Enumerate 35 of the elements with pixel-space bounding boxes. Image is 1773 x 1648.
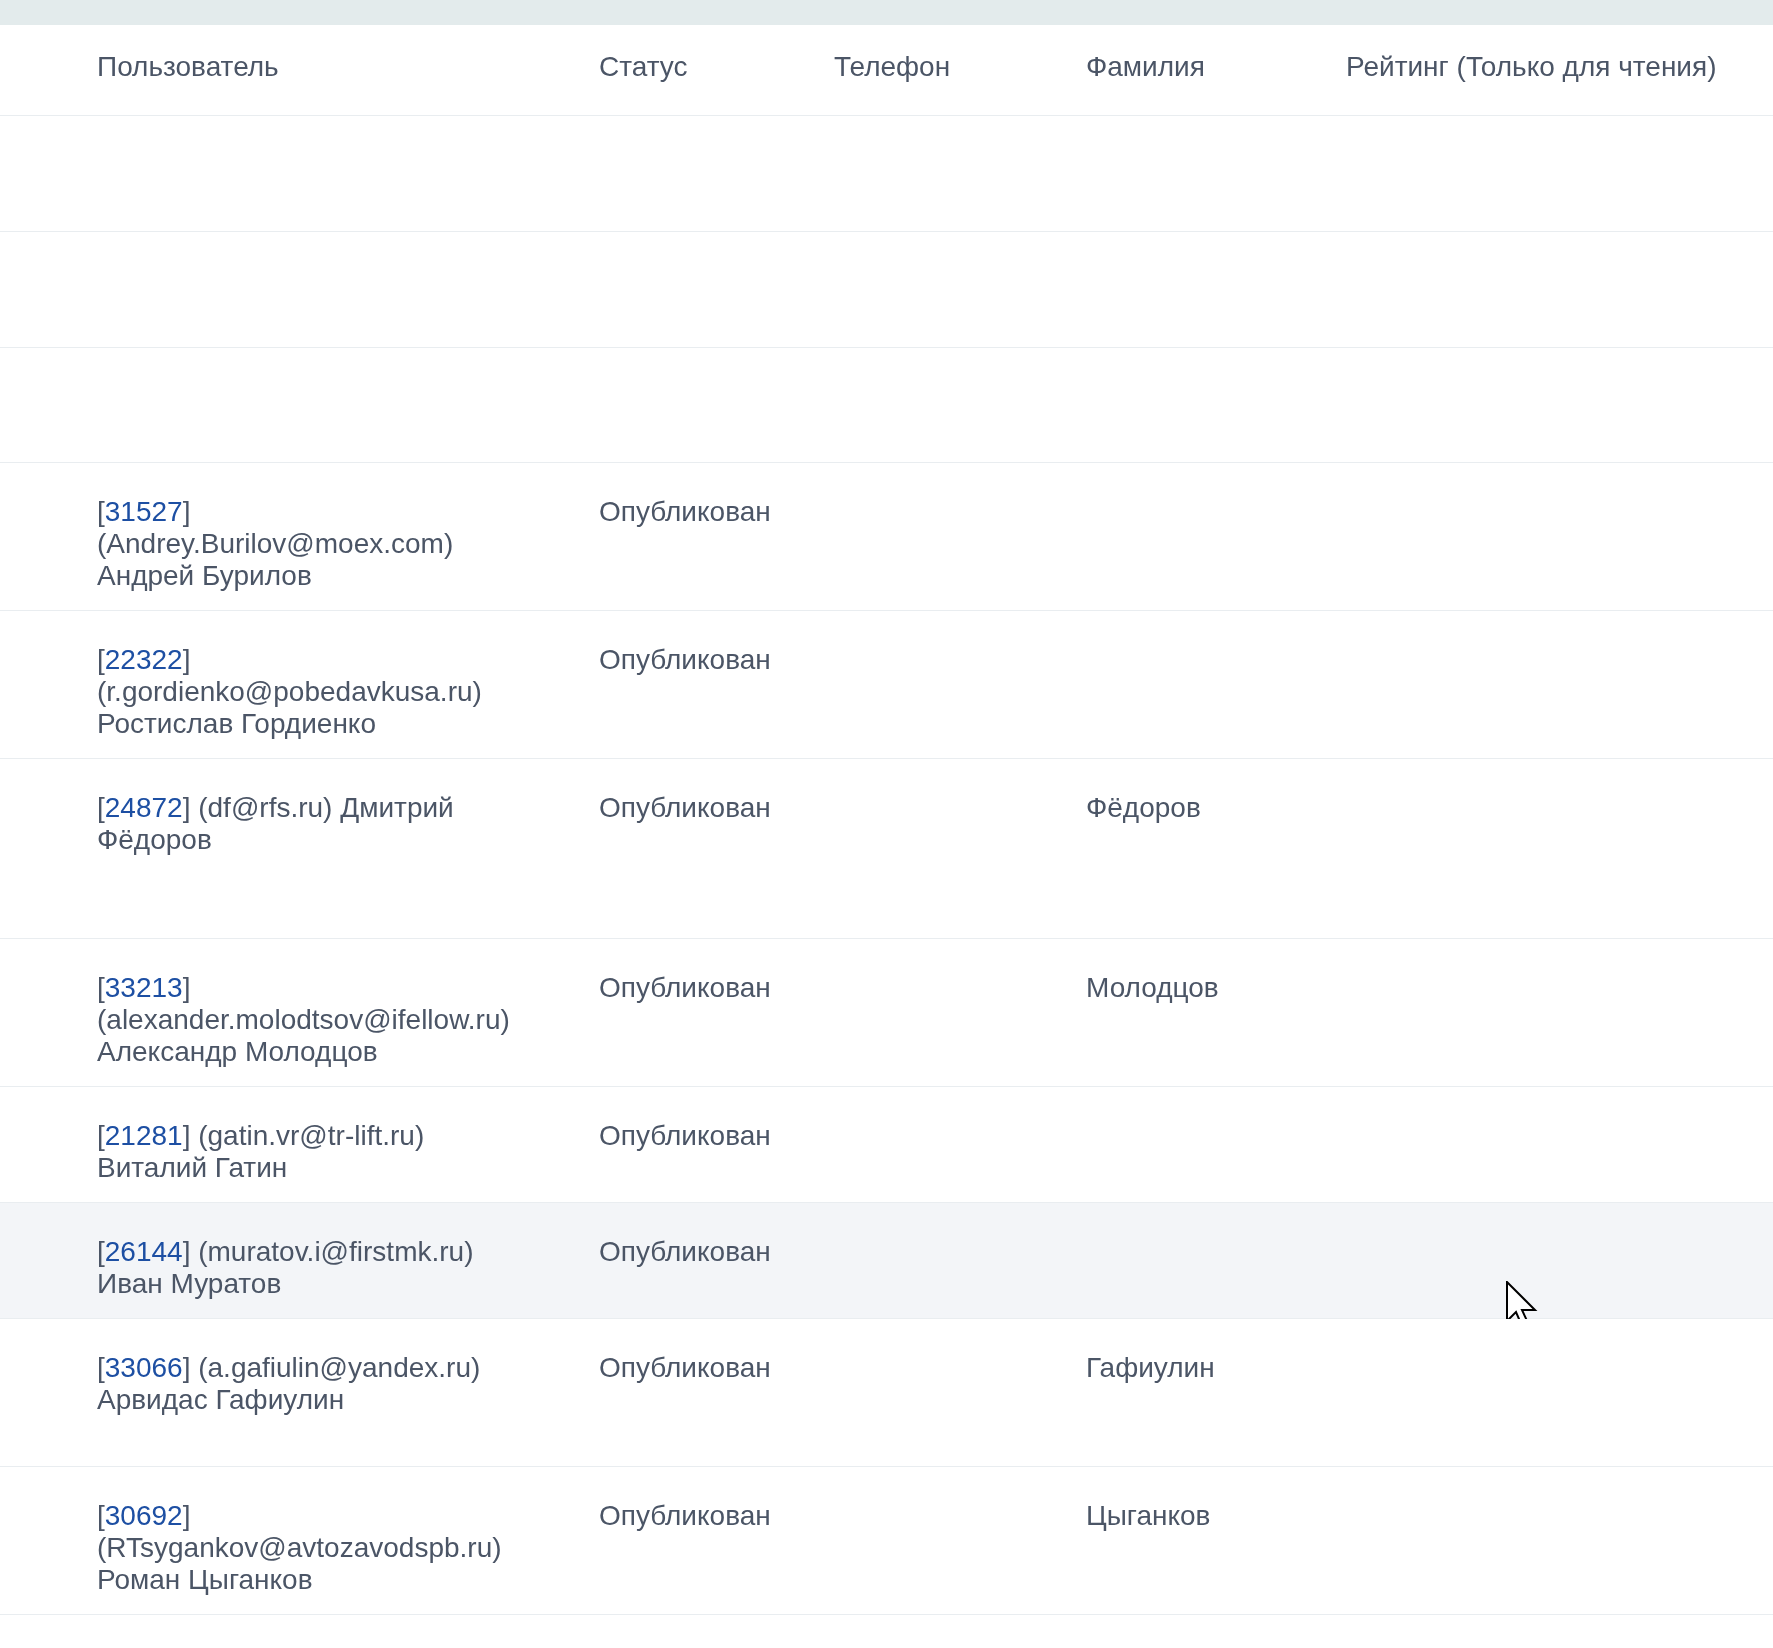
status-text: Опубликован — [599, 1352, 771, 1383]
status-text: Опубликован — [599, 792, 771, 823]
column-header: Статус — [599, 51, 688, 82]
status-text: Опубликован — [599, 1500, 771, 1531]
user-id-link[interactable]: 33066 — [104, 1352, 183, 1383]
surname-text: Молодцов — [1086, 972, 1219, 1003]
table-row[interactable]: [33066] (a.gafiulin@yandex.ru) Арвидас Гафиулин Опубликован Гафиулин — [0, 1319, 1773, 1467]
status-text: Опубликован — [599, 496, 771, 527]
user-text: [33213] (alexander.molodtsov@ifellow.ru) Александр Молодцов — [97, 972, 511, 1068]
status-text: Опубликован — [599, 1236, 771, 1267]
user-id-link[interactable]: 31527 — [104, 496, 183, 527]
user-text: [31527] (Andrey.Burilov@moex.com) Андрей Бурилов — [97, 496, 455, 592]
column-header: Фамилия — [1086, 51, 1205, 82]
user-id-link[interactable]: 33213 — [104, 972, 183, 1003]
column-header: Телефон — [834, 51, 951, 82]
status-text: Опубликован — [599, 644, 771, 675]
user-id-link[interactable]: 22322 — [104, 644, 183, 675]
user-text: [26144] (muratov.i@firstmk.ru) Иван Муратов — [97, 1236, 475, 1300]
status-text: Опубликован — [599, 972, 771, 1003]
surname-text: Фёдоров — [1086, 792, 1201, 823]
table-row[interactable]: [26144] (muratov.i@firstmk.ru) Иван Муратов Опубликован — [0, 1203, 1773, 1319]
user-id-link[interactable]: 21281 — [104, 1120, 183, 1151]
user-text: [22322] (r.gordienko@pobedavkusa.ru) Ростислав Гордиенко — [97, 644, 483, 740]
column-header: Пользователь — [97, 51, 279, 82]
user-text: [21281] (gatin.vr@tr-lift.ru) Виталий Гатин — [97, 1120, 426, 1184]
user-id-link[interactable]: 30692 — [104, 1500, 183, 1531]
surname-text: Цыганков — [1086, 1500, 1211, 1531]
user-text: [24872] (df@rfs.ru) Дмитрий Фёдоров — [97, 792, 455, 856]
surname-text: Гафиулин — [1086, 1352, 1215, 1383]
status-text: Опубликован — [599, 1120, 771, 1151]
user-text: [30692] (RTsygankov@avtozavodspb.ru) Роман Цыганков — [97, 1500, 503, 1596]
user-id-link[interactable]: 24872 — [104, 792, 183, 823]
user-id-link[interactable]: 26144 — [104, 1236, 183, 1267]
column-header: Рейтинг (Только для чтения) — [1346, 51, 1717, 82]
user-text: [33066] (a.gafiulin@yandex.ru) Арвидас Гафиулин — [97, 1352, 482, 1416]
